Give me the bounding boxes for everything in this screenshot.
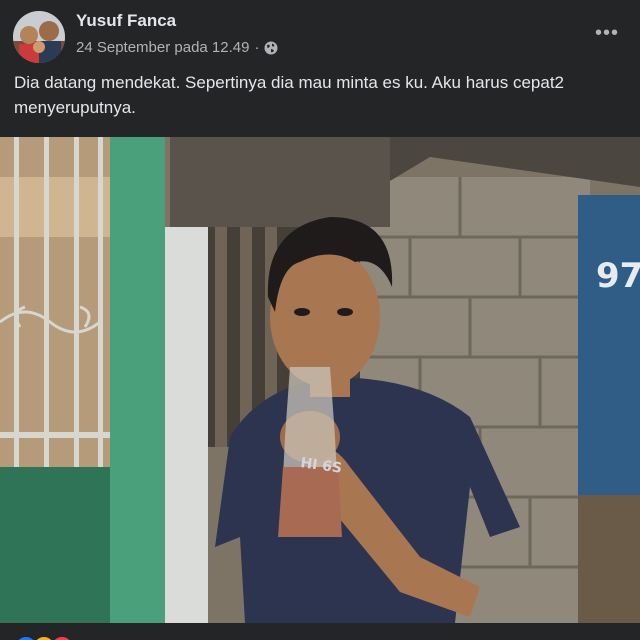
post-caption: Dia datang mendekat. Sepertinya dia mau … <box>14 73 564 117</box>
post-timestamp[interactable]: 24 September pada 12.49 <box>76 39 249 56</box>
love-reaction-icon <box>50 635 74 640</box>
avatar[interactable] <box>13 11 65 63</box>
more-options-button[interactable]: ••• <box>594 20 620 46</box>
author-name[interactable]: Yusuf Fanca <box>76 11 176 31</box>
post-meta: 24 September pada 12.49 · <box>76 39 278 56</box>
house-number: 97 <box>596 256 640 296</box>
globe-icon <box>264 41 278 55</box>
post-photo[interactable]: 97 HI 6S <box>0 137 640 623</box>
reactions-bar[interactable] <box>0 623 640 640</box>
more-horizontal-icon: ••• <box>594 21 619 44</box>
post-header: Yusuf Fanca 24 September pada 12.49 · ••… <box>0 0 640 66</box>
facebook-post: Yusuf Fanca 24 September pada 12.49 · ••… <box>0 0 640 640</box>
meta-separator: · <box>254 39 260 56</box>
